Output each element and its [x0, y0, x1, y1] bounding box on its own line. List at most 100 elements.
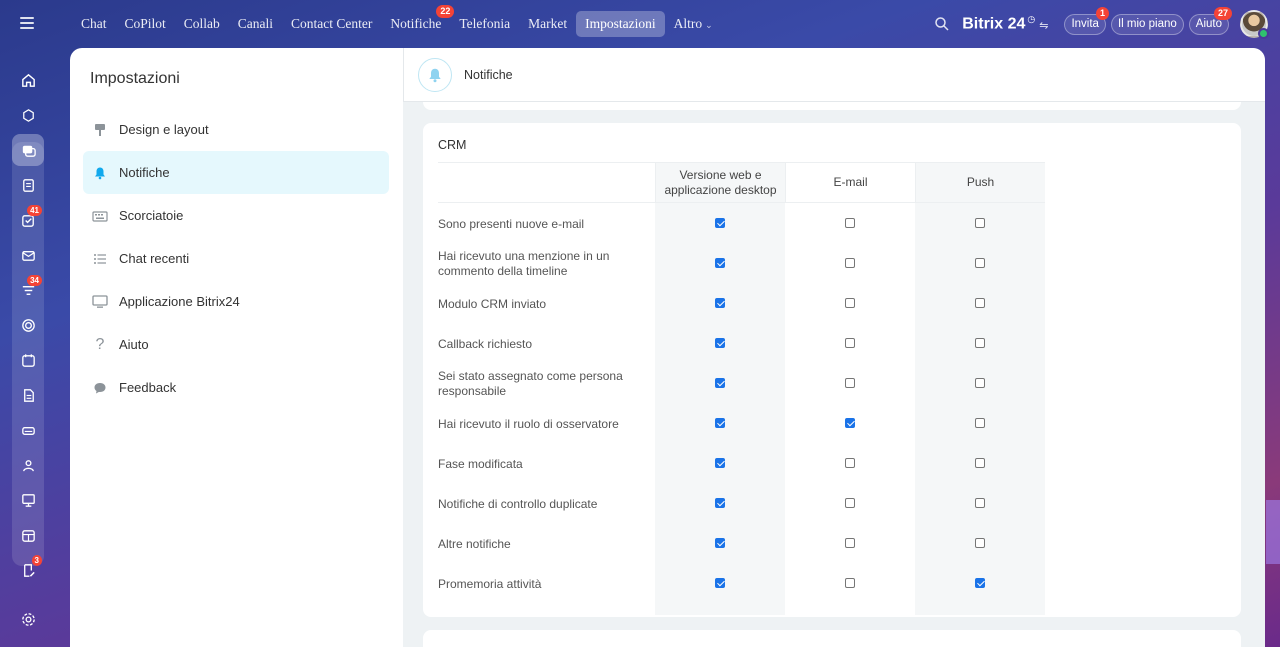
- row-label: Fase modificata: [438, 456, 523, 471]
- home-icon[interactable]: [12, 64, 44, 96]
- nav-item-contact-center[interactable]: Contact Center: [282, 11, 381, 37]
- top-right-controls: Bitrix 24 ◷⇋ Invita 1 Il mio piano Aiuto 27: [934, 6, 1269, 40]
- table-row: Callback richiesto: [438, 323, 1045, 363]
- previous-section-card: [423, 102, 1241, 110]
- email-checkbox[interactable]: [845, 338, 855, 348]
- menu-item-label: Aiuto: [119, 337, 149, 352]
- email-checkbox[interactable]: [845, 418, 855, 428]
- nav-item-market[interactable]: Market: [519, 11, 576, 37]
- settings-gear-icon[interactable]: [12, 603, 44, 635]
- chat-icon[interactable]: [12, 134, 44, 166]
- push-checkbox[interactable]: [975, 538, 985, 548]
- nav-item-copilot[interactable]: CoPilot: [116, 11, 175, 37]
- settings-title: Impostazioni: [90, 70, 180, 87]
- menu-item-feedback[interactable]: Feedback: [83, 366, 389, 409]
- cell-email: [785, 523, 915, 563]
- email-checkbox[interactable]: [845, 458, 855, 468]
- web-checkbox[interactable]: [715, 418, 725, 428]
- web-checkbox[interactable]: [715, 498, 725, 508]
- web-checkbox[interactable]: [715, 218, 725, 228]
- nav-item-impostazioni[interactable]: Impostazioni: [576, 11, 665, 37]
- cell-push: [915, 483, 1045, 523]
- email-checkbox[interactable]: [845, 218, 855, 228]
- email-checkbox[interactable]: [845, 538, 855, 548]
- push-checkbox[interactable]: [975, 578, 985, 588]
- email-checkbox[interactable]: [845, 378, 855, 388]
- nav-item-chat[interactable]: Chat: [72, 11, 116, 37]
- push-checkbox[interactable]: [975, 458, 985, 468]
- web-checkbox[interactable]: [715, 578, 725, 588]
- nav-item-notifiche[interactable]: Notifiche 22: [381, 5, 455, 37]
- web-checkbox[interactable]: [715, 258, 725, 268]
- push-checkbox[interactable]: [975, 378, 985, 388]
- presentation-icon[interactable]: [12, 484, 44, 516]
- brand-logo[interactable]: Bitrix 24 ◷⇋: [962, 14, 1048, 33]
- mail-icon[interactable]: [12, 239, 44, 271]
- cell-push: [915, 243, 1045, 283]
- document-icon[interactable]: [12, 379, 44, 411]
- web-checkbox[interactable]: [715, 538, 725, 548]
- cell-push: [915, 563, 1045, 603]
- nav-item-collab[interactable]: Collab: [175, 11, 229, 37]
- list-icon: [92, 251, 108, 267]
- hamburger-menu-icon[interactable]: [14, 14, 40, 34]
- invite-badge: 1: [1095, 6, 1109, 20]
- cell-web: [655, 323, 785, 363]
- email-checkbox[interactable]: [845, 298, 855, 308]
- menu-item-label: Scorciatoie: [119, 208, 184, 223]
- tasks-icon[interactable]: 41: [12, 204, 44, 236]
- crm-section-card: CRM Versione web e applicazione desktop …: [423, 123, 1241, 617]
- help-button[interactable]: Aiuto 27: [1188, 6, 1232, 35]
- menu-item-aiuto[interactable]: ? Aiuto: [83, 323, 389, 366]
- menu-item-design-layout[interactable]: Design e layout: [83, 108, 389, 151]
- web-checkbox[interactable]: [715, 378, 725, 388]
- push-checkbox[interactable]: [975, 298, 985, 308]
- email-checkbox[interactable]: [845, 498, 855, 508]
- sites-icon[interactable]: [12, 309, 44, 341]
- employees-icon[interactable]: [12, 449, 44, 481]
- row-label: Sono presenti nuove e-mail: [438, 216, 585, 231]
- funnel-icon[interactable]: 34: [12, 274, 44, 306]
- cell-email: [785, 483, 915, 523]
- menu-item-label: Chat recenti: [119, 251, 190, 266]
- avatar[interactable]: [1240, 10, 1269, 39]
- cell-email: [785, 403, 915, 443]
- table-row: Modulo CRM inviato: [438, 283, 1045, 323]
- search-icon[interactable]: [934, 16, 950, 32]
- push-checkbox[interactable]: [975, 218, 985, 228]
- web-checkbox[interactable]: [715, 338, 725, 348]
- grid-rows: Sono presenti nuove e-mail Hai ricevuto u…: [438, 203, 1045, 603]
- menu-item-scorciatoie[interactable]: Scorciatoie: [83, 194, 389, 237]
- calendar-icon[interactable]: [12, 344, 44, 376]
- feed-icon[interactable]: [12, 169, 44, 201]
- chevron-down-icon: ⌄: [705, 20, 713, 30]
- menu-item-notifiche[interactable]: Notifiche: [83, 151, 389, 194]
- menu-item-applicazione[interactable]: Applicazione Bitrix24: [83, 280, 389, 323]
- nav-item-telefonia[interactable]: Telefonia: [450, 11, 519, 37]
- menu-item-label: Notifiche: [119, 165, 170, 180]
- forms-icon[interactable]: 3: [12, 554, 44, 586]
- push-checkbox[interactable]: [975, 258, 985, 268]
- push-checkbox[interactable]: [975, 418, 985, 428]
- settings-menu: Design e layout Notifiche Scorciatoie Ch…: [83, 108, 389, 409]
- monitor-icon: [92, 294, 108, 310]
- web-checkbox[interactable]: [715, 458, 725, 468]
- web-checkbox[interactable]: [715, 298, 725, 308]
- push-checkbox[interactable]: [975, 498, 985, 508]
- push-checkbox[interactable]: [975, 338, 985, 348]
- invite-button[interactable]: Invita 1: [1064, 6, 1109, 35]
- email-checkbox[interactable]: [845, 578, 855, 588]
- my-plan-button[interactable]: Il mio piano: [1110, 13, 1184, 35]
- copilot-icon[interactable]: [12, 99, 44, 131]
- side-panel-edge: [1266, 500, 1280, 564]
- drive-icon[interactable]: [12, 414, 44, 446]
- table-row: Hai ricevuto una menzione in un commento…: [438, 243, 1045, 283]
- bell-icon: [92, 165, 108, 181]
- email-checkbox[interactable]: [845, 258, 855, 268]
- row-label: Altre notifiche: [438, 536, 511, 551]
- schedule-icon[interactable]: [12, 519, 44, 551]
- nav-item-altro[interactable]: Altro ⌄: [665, 11, 722, 37]
- menu-item-chat-recenti[interactable]: Chat recenti: [83, 237, 389, 280]
- nav-item-canali[interactable]: Canali: [229, 11, 282, 37]
- cell-web: [655, 443, 785, 483]
